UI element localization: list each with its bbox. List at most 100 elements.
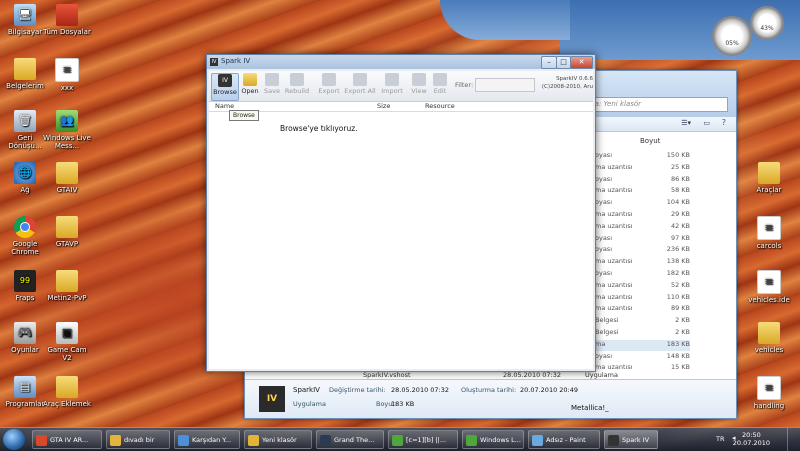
explorer-row-type: oyası	[595, 233, 612, 242]
explorer-search-input[interactable]: Ara: Yeni klasör	[582, 97, 728, 112]
explorer-row[interactable]: Belgesi 2 KB	[595, 316, 690, 327]
cpu-meter-gadget[interactable]: 05% 43%	[712, 4, 798, 56]
sparkiv-titlebar[interactable]: IV Spark IV – □ ✕	[207, 55, 595, 69]
desktop-icon-araclar[interactable]: Araçlar	[744, 162, 794, 194]
desktop-icon-handling[interactable]: ≡ handling	[744, 376, 794, 410]
sparkiv-icon	[608, 435, 619, 446]
edit-button[interactable]: Edit	[431, 73, 449, 99]
desktop-icon-game-cam[interactable]: ▣ Game Cam V2	[42, 322, 92, 362]
filter-input[interactable]	[475, 78, 535, 92]
file-icon: ≡	[757, 376, 781, 400]
help-icon[interactable]: ?	[722, 118, 726, 127]
taskbar-item[interactable]: dıvadı bir	[106, 430, 170, 449]
sparkiv-title-icon: IV	[210, 58, 218, 66]
taskbar-item[interactable]: GTA IV AR...	[32, 430, 102, 449]
taskbar-item[interactable]: Adsız - Paint	[528, 430, 600, 449]
recycle-bin-icon: 🗑	[14, 110, 36, 132]
explorer-row[interactable]: oyası 148 KB	[595, 352, 690, 363]
explorer-row[interactable]: oyası 97 KB	[595, 234, 690, 245]
desktop-icon-tum-dosyalar[interactable]: Tüm Dosyalar	[42, 4, 92, 36]
explorer-col-size[interactable]: Boyut	[640, 137, 660, 145]
close-button[interactable]: ✕	[570, 56, 593, 69]
explorer-row[interactable]: ma uzantısı 138 KB	[595, 257, 690, 268]
folder-icon	[56, 270, 78, 292]
file-list[interactable]: Name Size Resource Browse Browse'ye tıkl…	[209, 102, 593, 369]
explorer-row[interactable]: ma uzantısı 89 KB	[595, 304, 690, 315]
show-desktop-button[interactable]	[787, 428, 800, 451]
explorer-row-size: 58 KB	[670, 186, 690, 195]
taskbar-item[interactable]: [c=1][b] ||...	[388, 430, 458, 449]
taskbar-item[interactable]: Windows L...	[462, 430, 524, 449]
preview-pane-icon[interactable]: ▭	[703, 119, 710, 127]
download-icon	[178, 435, 189, 446]
import-button[interactable]: Import	[379, 73, 405, 99]
start-button[interactable]	[3, 429, 25, 450]
language-indicator[interactable]: TR	[716, 435, 725, 443]
maximize-button[interactable]: □	[556, 56, 571, 69]
file-icon: ≡	[55, 58, 79, 82]
desktop-icon-arac-eklemek[interactable]: Araç Eklemek	[42, 376, 92, 408]
chrome-icon	[36, 435, 47, 446]
view-button[interactable]: View	[410, 73, 428, 99]
taskbar-item[interactable]: Yeni klasör	[244, 430, 312, 449]
explorer-row[interactable]: oyası 104 KB	[595, 198, 690, 209]
explorer-row[interactable]: ma 183 KB	[595, 339, 690, 351]
explorer-visible-file-type: Uygulama	[585, 371, 618, 379]
explorer-row-type: ma uzantısı	[595, 257, 633, 266]
desktop-icon-carcols[interactable]: ≡ carcols	[744, 216, 794, 250]
taskbar-item-label: Spark IV	[622, 436, 650, 444]
col-size[interactable]: Size	[377, 102, 390, 110]
save-button[interactable]: Save	[263, 73, 281, 99]
explorer-row[interactable]: ma uzantısı 58 KB	[595, 186, 690, 197]
explorer-row[interactable]: ma uzantısı 25 KB	[595, 163, 690, 174]
taskbar-item-label: Adsız - Paint	[546, 436, 586, 444]
explorer-row[interactable]: ma uzantısı 110 KB	[595, 293, 690, 304]
views-icon[interactable]: ☰▾	[681, 119, 691, 127]
desktop-icon-gtavp[interactable]: GTAVP	[42, 216, 92, 248]
col-name[interactable]: Name	[215, 102, 234, 110]
desktop-icon-xxx[interactable]: ≡ xxx	[42, 58, 92, 92]
explorer-row[interactable]: Belgesi 2 KB	[595, 328, 690, 339]
programs-icon: ▤	[14, 376, 36, 398]
gamecam-icon: ▣	[56, 322, 78, 344]
details-created: 20.07.2010 20:49	[520, 386, 579, 394]
desktop-icon-vehicles[interactable]: vehicles	[744, 322, 794, 354]
explorer-row-size: 29 KB	[670, 210, 690, 218]
desktop-icon-windows-live[interactable]: 👥 Windows Live Mess...	[42, 110, 92, 150]
explorer-row[interactable]: ma uzantısı 52 KB	[595, 281, 690, 292]
explorer-row-size: 183 KB	[666, 339, 690, 348]
rebuild-button[interactable]: Rebuild	[284, 73, 310, 99]
minimize-button[interactable]: –	[541, 56, 557, 69]
clock[interactable]: 20:50 20.07.2010	[733, 431, 770, 447]
taskbar: GTA IV AR... dıvadı bir Karşıdan Y... Yeni …	[0, 427, 800, 451]
col-resource[interactable]: Resource	[425, 102, 455, 110]
taskbar-item[interactable]: Spark IV	[604, 430, 658, 449]
explorer-row-size: 2 KB	[675, 316, 690, 325]
details-modified-label: Değiştirme tarihi:	[329, 386, 386, 394]
computer-icon: 🖥	[14, 4, 36, 26]
version-info: SparkIV 0.6.6 (C)2008-2010, Aru	[541, 76, 593, 90]
desktop-icon-vehicles-ide[interactable]: ≡ vehicles.ide	[744, 270, 794, 304]
taskbar-item[interactable]: Karşıdan Y...	[174, 430, 240, 449]
open-button[interactable]: Open	[240, 73, 260, 99]
sparkiv-toolbar: IV Browse Open Save Rebuild Export Export…	[209, 71, 593, 102]
explorer-row[interactable]: ma uzantısı 42 KB	[595, 222, 690, 233]
browse-button[interactable]: IV Browse	[211, 73, 239, 101]
export-all-button[interactable]: Export All	[343, 73, 377, 99]
taskbar-item[interactable]: Grand The...	[316, 430, 384, 449]
explorer-row[interactable]: oyası 236 KB	[595, 245, 690, 256]
view-icon	[412, 73, 426, 86]
explorer-row[interactable]: oyası 150 KB	[595, 151, 690, 162]
sparkiv-window[interactable]: IV Spark IV – □ ✕ IV Browse Open Save Reb…	[206, 54, 596, 372]
explorer-row[interactable]: ma uzantısı 29 KB	[595, 210, 690, 221]
explorer-row[interactable]: oyası 86 KB	[595, 175, 690, 186]
explorer-row-size: 150 KB	[666, 151, 690, 159]
sparkiv-app-icon: IV	[259, 386, 285, 412]
cpu-gauge: 05%	[712, 16, 752, 56]
explorer-visible-file[interactable]: SparkIV.vshost	[363, 371, 411, 379]
explorer-row[interactable]: oyası 182 KB	[595, 269, 690, 280]
export-button[interactable]: Export	[317, 73, 341, 99]
explorer-details-pane: IV SparkIV Uygulama Değiştirme tarihi: 2…	[245, 379, 736, 418]
desktop-icon-metin2[interactable]: Metin2-PvP	[42, 270, 92, 302]
desktop-icon-gtaiv[interactable]: GTAIV	[42, 162, 92, 194]
